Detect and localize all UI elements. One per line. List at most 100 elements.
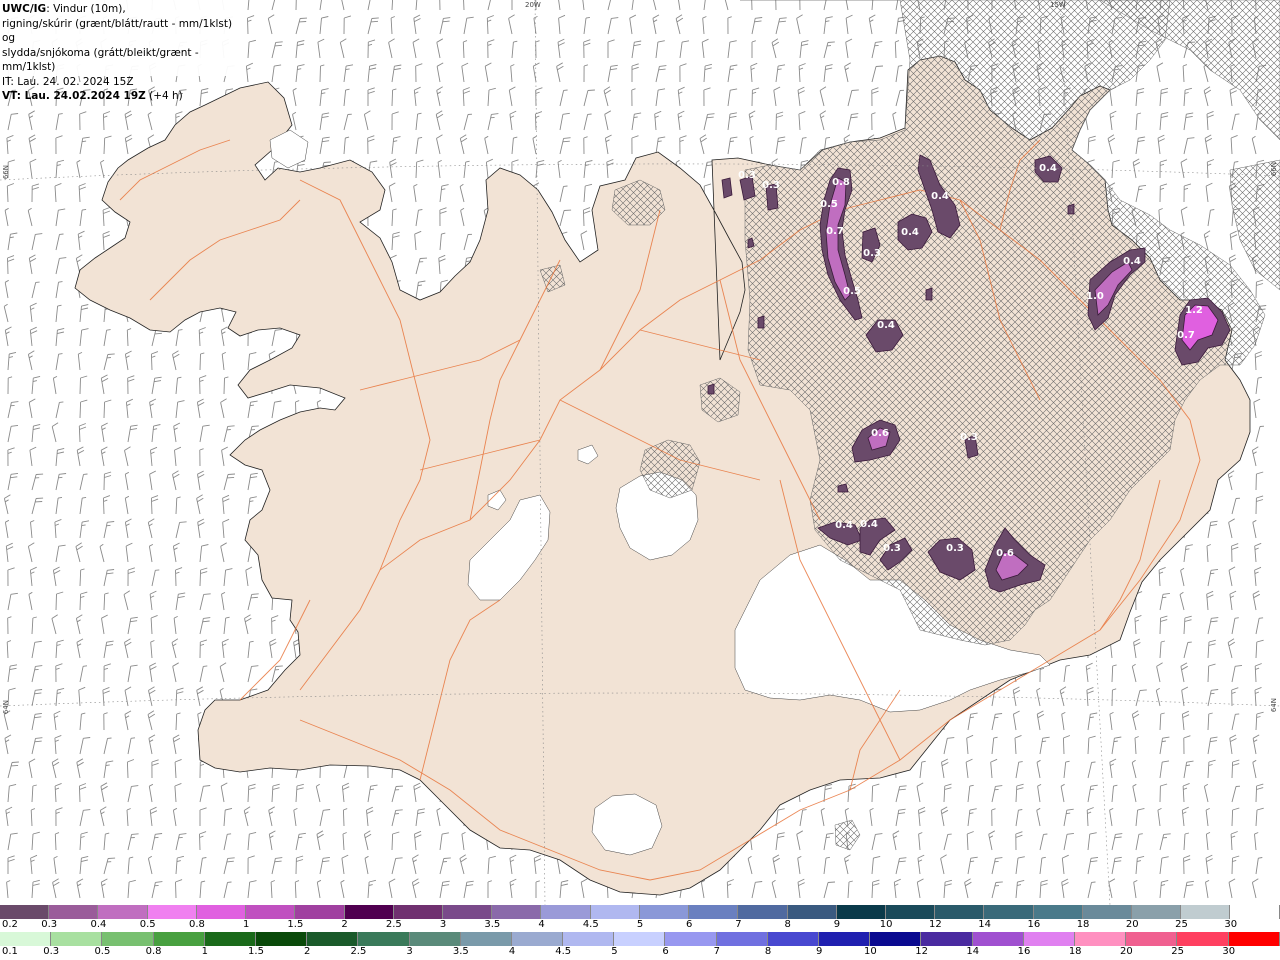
scale-swatch <box>102 932 154 946</box>
graticule-label-20w: 20W <box>525 1 541 9</box>
scale-swatch <box>49 905 99 919</box>
scale-tick-label: 18 <box>1076 919 1090 930</box>
snow-color-scale <box>0 905 1280 919</box>
legend-line-2: rigning/skúrir (grænt/blátt/rautt - mm/1… <box>2 17 233 45</box>
precip-value-label: 0.3 <box>883 543 901 554</box>
scale-tick-label: 0.4 <box>90 919 107 930</box>
scale-swatch <box>1177 932 1229 946</box>
weather-map[interactable]: 0.3 0.3 0.8 0.5 0.7 0.4 0.4 0.3 0.5 0.4 0.4 1.0 1.2 0… <box>0 0 1280 906</box>
precip-value-label: 0.3 <box>960 432 978 443</box>
scale-tick-label: 2 <box>341 919 348 930</box>
scale-tick-label: 3.5 <box>452 946 469 957</box>
scale-swatch <box>1230 905 1280 919</box>
scale-tick-label: 0.3 <box>41 919 58 930</box>
scale-tick-label: 3 <box>406 946 413 957</box>
scale-swatch <box>665 932 717 946</box>
scale-swatch <box>295 905 345 919</box>
scale-tick-label: 0.3 <box>43 946 60 957</box>
scale-swatch <box>614 932 666 946</box>
scale-swatch <box>836 905 886 919</box>
graticule-label-66n-right: 66N <box>1270 162 1278 177</box>
scale-tick-label: 0.1 <box>2 946 18 957</box>
scale-tick-label: 20 <box>1125 919 1139 930</box>
legend-line-3: slydda/snjókoma (grátt/bleikt/grænt - mm… <box>2 46 199 74</box>
scale-swatch <box>196 905 247 919</box>
scale-swatch <box>921 932 973 946</box>
scale-swatch <box>0 932 52 946</box>
map-legend-box: UWC/IG: Vindur (10m), rigning/skúrir (gr… <box>0 0 240 102</box>
lead-time: (+4 h) <box>145 90 183 102</box>
scale-swatch <box>98 905 148 919</box>
scale-tick-label: 5 <box>636 919 644 930</box>
scale-tick-label: 4.5 <box>555 946 572 957</box>
scale-swatch <box>590 905 640 919</box>
scale-tick-label: 8 <box>764 946 772 957</box>
model-name: UWC/IG <box>2 3 47 15</box>
scale-swatch <box>246 905 296 919</box>
scale-tick-label: 0.8 <box>188 919 205 930</box>
scale-tick-label: 20 <box>1120 946 1133 957</box>
map-canvas: 0.3 0.3 0.8 0.5 0.7 0.4 0.4 0.3 0.5 0.4 0.4 1.0 1.2 0… <box>0 0 1280 906</box>
scale-tick-label: 14 <box>978 919 991 930</box>
scale-swatch <box>204 932 256 946</box>
scale-swatch <box>563 932 615 946</box>
scale-swatch <box>344 905 394 919</box>
precip-value-label: 0.6 <box>871 428 889 439</box>
graticule-label-66n-left: 66N <box>2 165 10 180</box>
scale-tick-label: 2.5 <box>385 919 402 930</box>
scale-swatch <box>767 932 819 946</box>
scale-swatch <box>1126 932 1178 946</box>
precip-value-label: 0.7 <box>826 226 844 237</box>
legend-line-1: UWC/IG: Vindur (10m), <box>2 2 238 17</box>
precip-value-label: 0.3 <box>946 543 964 554</box>
scale-tick-label: 1 <box>242 919 250 930</box>
scale-swatch <box>738 905 788 919</box>
rain-color-scale <box>0 932 1280 946</box>
scale-tick-label: 5 <box>611 946 618 957</box>
scale-swatch <box>51 932 103 946</box>
scale-swatch <box>255 932 308 946</box>
scale-swatch <box>1023 932 1075 946</box>
scale-swatch <box>1082 905 1133 919</box>
scale-swatch <box>0 905 50 919</box>
precip-value-label: 0.4 <box>860 519 878 530</box>
scale-swatch <box>1181 905 1231 919</box>
precip-value-label: 0.4 <box>1123 256 1141 267</box>
precip-value-label: 0.4 <box>835 520 853 531</box>
scale-tick-label: 10 <box>879 919 893 930</box>
graticule-label-64n-right: 64N <box>1270 698 1278 713</box>
graticule-label-15w: 15W <box>1050 1 1066 9</box>
scale-tick-label: 8 <box>784 919 791 930</box>
scale-tick-label: 16 <box>1017 946 1031 957</box>
scale-swatch <box>1132 905 1182 919</box>
precip-value-label: 0.4 <box>901 227 919 238</box>
scale-tick-label: 10 <box>864 946 877 957</box>
precip-value-label: 0.4 <box>931 191 949 202</box>
scale-tick-label: 2 <box>304 946 311 957</box>
graticule-label-64n-left: 64N <box>2 700 10 715</box>
scale-swatch <box>409 932 461 946</box>
scale-tick-label: 4.5 <box>582 919 599 930</box>
scale-tick-label: 30 <box>1222 946 1236 957</box>
scale-swatch <box>1074 932 1127 946</box>
scale-swatch <box>1228 932 1280 946</box>
precip-value-label: 0.3 <box>863 248 881 259</box>
scale-swatch <box>870 932 922 946</box>
rain-scale-labels: 0.1 0.3 0.5 0.8 1 1.5 2 2.5 3 3.5 4 4.5 5 6 7 8 9 10 12 14 1… <box>0 946 1280 958</box>
scale-tick-label: 18 <box>1068 946 1082 957</box>
scale-swatch <box>1033 905 1083 919</box>
scale-tick-label: 0.5 <box>139 919 156 930</box>
precip-value-label: 0.4 <box>1039 163 1057 174</box>
scale-swatch <box>639 905 690 919</box>
legend-line-1-rest: : Vindur (10m), <box>46 3 126 15</box>
precip-value-label: 0.7 <box>1177 330 1195 341</box>
scale-tick-label: 4 <box>508 946 516 957</box>
scale-swatch <box>492 905 542 919</box>
scale-tick-label: 9 <box>816 946 823 957</box>
scale-swatch <box>716 932 768 946</box>
precip-value-label: 0.3 <box>762 180 780 191</box>
scale-swatch <box>885 905 936 919</box>
scale-tick-label: 25 <box>1171 946 1184 957</box>
legend-line-4: IT: Lau. 24. 02. 2024 15Z <box>2 75 134 88</box>
scale-tick-label: 14 <box>966 946 980 957</box>
